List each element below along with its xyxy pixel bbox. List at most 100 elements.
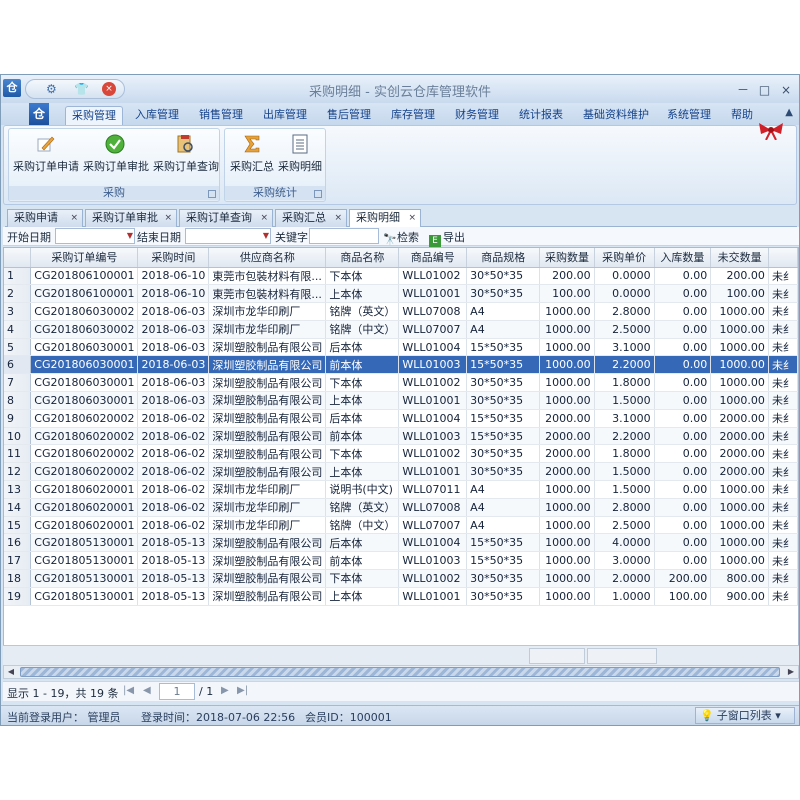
first-page-icon[interactable]: |◀ — [123, 685, 134, 696]
table-row[interactable]: 4 CG201806030002 2018-06-03 深圳市龙华印刷厂 铭牌（中文） W… — [4, 320, 798, 339]
table-row[interactable]: 8 CG201806030001 2018-06-03 深圳塑胶制品有限公司 上本体 WL… — [4, 391, 798, 410]
maximize-button[interactable]: □ — [756, 83, 774, 97]
doc-tab-detail[interactable]: 采购明细 × — [349, 209, 421, 228]
close-icon[interactable]: × — [408, 210, 416, 226]
column-header[interactable]: 采购数量 — [539, 248, 595, 268]
doc-tab-purchase-apply[interactable]: 采购申请 × — [7, 209, 83, 227]
column-header[interactable]: 采购单价 — [594, 248, 655, 268]
horizontal-scrollbar[interactable]: ◀ ▶ — [3, 665, 799, 679]
dropdown-arrow-icon[interactable]: ▼ — [263, 230, 269, 242]
tab-outbound[interactable]: 出库管理 — [263, 106, 307, 125]
doc-tab-order-query[interactable]: 采购订单查询 × — [179, 209, 273, 227]
tab-system[interactable]: 系统管理 — [667, 106, 711, 125]
table-row[interactable]: 10 CG201806020002 2018-06-02 深圳塑胶制品有限公司 前本体 W… — [4, 427, 798, 446]
table-cell: 0.0000 — [594, 284, 655, 304]
column-header[interactable]: 入库数量 — [654, 248, 712, 268]
table-row[interactable]: 2 CG201806100001 2018-06-10 東莞市包裝材料有限... 上本体… — [4, 284, 798, 304]
close-icon[interactable]: × — [164, 210, 172, 226]
table-row[interactable]: 9 CG201806020002 2018-06-02 深圳塑胶制品有限公司 后本体 WL… — [4, 409, 798, 428]
table-row[interactable]: 7 CG201806030001 2018-06-03 深圳塑胶制品有限公司 下本体 WL… — [4, 373, 798, 393]
table-cell: 30*50*35 — [466, 267, 541, 286]
table-cell: 铭牌（英文） — [325, 302, 400, 321]
window-controls: － □ × — [734, 81, 795, 98]
tab-inventory[interactable]: 库存管理 — [391, 106, 435, 125]
table-row[interactable]: 18 CG201805130001 2018-05-13 深圳塑胶制品有限公司 下本体 W… — [4, 569, 798, 588]
table-row[interactable]: 1 CG201806100001 2018-06-10 東莞市包裝材料有限... 下本体… — [4, 267, 798, 286]
column-header[interactable] — [4, 248, 32, 268]
ribbon-group-label: 采购 — [9, 186, 219, 200]
table-cell: 深圳塑胶制品有限公司 — [208, 551, 327, 571]
column-header[interactable] — [768, 248, 798, 268]
column-header[interactable]: 供应商名称 — [208, 248, 327, 268]
export-button[interactable]: E 导出 — [429, 229, 465, 247]
tab-finance[interactable]: 财务管理 — [455, 106, 499, 125]
tab-basic-data[interactable]: 基础资料维护 — [583, 106, 649, 125]
table-cell: WLL01001 — [398, 587, 468, 606]
table-row[interactable]: 11 CG201806020002 2018-06-02 深圳塑胶制品有限公司 下本体 W… — [4, 444, 798, 464]
close-icon[interactable]: × — [70, 210, 78, 226]
table-row[interactable]: 17 CG201805130001 2018-05-13 深圳塑胶制品有限公司 前本体 W… — [4, 551, 798, 571]
table-row[interactable]: 14 CG201806020001 2018-06-02 深圳市龙华印刷厂 铭牌（英文）… — [4, 498, 798, 517]
status-bar: 当前登录用户： 管理员 登录时间：2018-07-06 22:56 会员ID：1… — [1, 705, 799, 725]
table-cell: 1.8000 — [594, 444, 655, 464]
table-cell: 30*50*35 — [466, 587, 541, 606]
column-header[interactable]: 采购订单编号 — [30, 248, 139, 268]
table-row[interactable]: 3 CG201806030002 2018-06-03 深圳市龙华印刷厂 铭牌（英文） W… — [4, 302, 798, 321]
column-header[interactable]: 商品编号 — [398, 248, 468, 268]
table-row[interactable]: 15 CG201806020001 2018-06-02 深圳市龙华印刷厂 铭牌（中文）… — [4, 516, 798, 535]
last-page-icon[interactable]: ▶| — [237, 685, 248, 696]
table-row[interactable]: 5 CG201806030001 2018-06-03 深圳塑胶制品有限公司 后本体 WL… — [4, 338, 798, 357]
app-menu-button[interactable]: 仓 — [29, 103, 49, 125]
purchase-summary-button[interactable]: 采购汇总 — [229, 133, 275, 177]
scroll-thumb[interactable] — [20, 667, 780, 677]
purchase-detail-button[interactable]: 采购明细 — [277, 133, 323, 177]
table-cell: 0.00 — [654, 551, 712, 571]
minimize-button[interactable]: － — [734, 81, 752, 98]
purchase-order-apply-button[interactable]: 采购订单申请 — [13, 133, 79, 177]
search-button[interactable]: 🔭检索 — [383, 229, 419, 246]
table-row[interactable]: 19 CG201805130001 2018-05-13 深圳塑胶制品有限公司 上本体 W… — [4, 587, 798, 606]
column-header[interactable]: 采购时间 — [137, 248, 210, 268]
close-icon[interactable]: × — [334, 210, 342, 226]
table-cell: WLL01001 — [398, 462, 468, 482]
next-page-icon[interactable]: ▶ — [221, 685, 229, 696]
table-row[interactable]: 6 CG201806030001 2018-06-03 深圳塑胶制品有限公司 前本体 WL… — [4, 355, 798, 375]
tab-inbound[interactable]: 入库管理 — [135, 106, 179, 125]
tab-reports[interactable]: 统计报表 — [519, 106, 563, 125]
scroll-left-icon[interactable]: ◀ — [4, 666, 18, 678]
column-header[interactable]: 未交数量 — [710, 248, 769, 268]
column-header[interactable]: 商品名称 — [325, 248, 400, 268]
table-cell: 2.5000 — [594, 516, 655, 535]
page-number-input[interactable]: 1 — [159, 683, 195, 700]
tab-purchase[interactable]: 采购管理 — [65, 106, 123, 125]
ribbon-collapse-icon[interactable]: ▲ — [785, 107, 793, 118]
scroll-right-icon[interactable]: ▶ — [784, 666, 798, 678]
table-cell: 深圳塑胶制品有限公司 — [208, 355, 327, 375]
purchase-order-approve-button[interactable]: 采购订单审批 — [83, 133, 149, 177]
tab-sales[interactable]: 销售管理 — [199, 106, 243, 125]
close-button[interactable]: × — [777, 83, 795, 97]
tab-help[interactable]: 帮助 — [731, 106, 753, 125]
start-date-input[interactable]: ▼ — [55, 228, 135, 244]
table-row[interactable]: 12 CG201806020002 2018-06-02 深圳塑胶制品有限公司 上本体 W… — [4, 462, 798, 482]
doc-tab-order-approve[interactable]: 采购订单审批 × — [85, 209, 177, 227]
table-row[interactable]: 16 CG201805130001 2018-05-13 深圳塑胶制品有限公司 后本体 W… — [4, 533, 798, 553]
column-header[interactable]: 商品规格 — [466, 248, 541, 268]
group-launcher-icon[interactable] — [208, 190, 216, 198]
dropdown-arrow-icon[interactable]: ▼ — [127, 230, 133, 242]
purchase-order-query-button[interactable]: 采购订单查询 — [153, 133, 219, 177]
close-icon[interactable]: × — [260, 210, 268, 226]
table-cell: WLL01003 — [398, 355, 468, 375]
doc-tab-summary[interactable]: 采购汇总 × — [275, 209, 347, 227]
end-date-input[interactable]: ▼ — [185, 228, 271, 244]
keyword-input[interactable] — [309, 228, 379, 244]
subwindow-list-button[interactable]: 💡 子窗口列表 ▾ — [695, 707, 795, 724]
group-launcher-icon[interactable] — [314, 190, 322, 198]
row-number: 17 — [4, 551, 32, 571]
table-cell: 深圳塑胶制品有限公司 — [208, 569, 327, 588]
table-cell: 深圳市龙华印刷厂 — [208, 516, 327, 535]
table-row[interactable]: 13 CG201806020001 2018-06-02 深圳市龙华印刷厂 说明书(中文… — [4, 480, 798, 499]
prev-page-icon[interactable]: ◀ — [143, 685, 151, 696]
tab-aftersales[interactable]: 售后管理 — [327, 106, 371, 125]
table-cell: 1000.00 — [710, 373, 769, 393]
